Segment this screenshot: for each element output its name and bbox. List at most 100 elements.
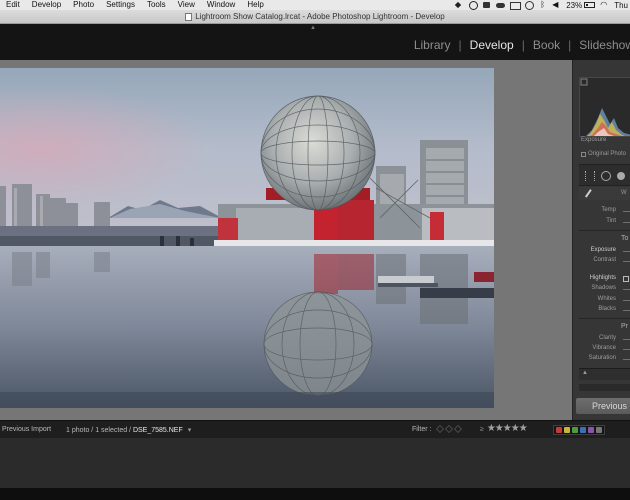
scroll-up-icon[interactable]: ▲ bbox=[582, 370, 588, 376]
vibrance-slider[interactable] bbox=[623, 349, 630, 350]
menu-bar: Edit Develop Photo Settings Tools View W… bbox=[0, 0, 630, 10]
flag-rejected-icon[interactable] bbox=[454, 425, 462, 433]
module-library[interactable]: Library bbox=[414, 38, 451, 52]
whites-slider[interactable] bbox=[623, 300, 630, 301]
color-gray-swatch[interactable] bbox=[596, 427, 602, 433]
module-header: ▲ Library | Develop | Book | Slideshow bbox=[0, 24, 630, 60]
status-icons: ᛒ ◀ 23% ◠ Thu bbox=[454, 0, 630, 10]
white-balance-label: W bbox=[621, 190, 627, 196]
original-photo-toggle[interactable]: Original Photo bbox=[581, 151, 626, 157]
histogram-info: Exposure bbox=[581, 137, 607, 143]
filmstrip-source[interactable]: Previous Import bbox=[2, 426, 51, 433]
crop-tool-icon[interactable] bbox=[585, 171, 595, 181]
menu-tools[interactable]: Tools bbox=[147, 0, 166, 10]
flag-unflagged-icon[interactable] bbox=[445, 425, 453, 433]
menu-develop[interactable]: Develop bbox=[32, 0, 61, 10]
battery-icon bbox=[584, 2, 596, 8]
original-photo-label: Original Photo bbox=[588, 151, 627, 157]
dropbox-icon[interactable] bbox=[454, 1, 463, 9]
module-develop[interactable]: Develop bbox=[470, 38, 514, 52]
panel-scroll-area[interactable]: ▲ bbox=[579, 368, 630, 380]
menu-help[interactable]: Help bbox=[247, 0, 263, 10]
photo-preview[interactable] bbox=[0, 68, 494, 408]
filmstrip[interactable] bbox=[0, 438, 630, 488]
clarity-label: Clarity bbox=[598, 335, 616, 341]
star-rating-filter[interactable]: ≥ ★★★★★ bbox=[480, 423, 528, 434]
saturation-slider[interactable] bbox=[623, 359, 630, 360]
flag-picked-icon[interactable] bbox=[436, 425, 444, 433]
menu-edit[interactable]: Edit bbox=[6, 0, 20, 10]
red-eye-icon[interactable] bbox=[617, 172, 625, 180]
chevron-down-icon[interactable]: ▾ bbox=[188, 427, 192, 434]
spot-removal-icon[interactable] bbox=[601, 171, 611, 181]
time-machine-icon[interactable] bbox=[524, 1, 535, 10]
window-title: Lightroom Show Catalog.lrcat - Adobe Pho… bbox=[195, 12, 445, 21]
document-icon bbox=[185, 12, 193, 21]
module-slideshow[interactable]: Slideshow bbox=[579, 38, 630, 52]
develop-canvas[interactable] bbox=[0, 60, 572, 420]
flag-filters bbox=[436, 425, 462, 433]
clarity-slider[interactable] bbox=[623, 339, 630, 340]
blacks-slider[interactable] bbox=[623, 310, 630, 311]
filter-label: Filter : bbox=[412, 426, 432, 433]
window-title-bar: Lightroom Show Catalog.lrcat - Adobe Pho… bbox=[0, 10, 630, 24]
previous-button[interactable]: Previous bbox=[576, 398, 630, 414]
battery-status[interactable]: 23% bbox=[566, 0, 596, 10]
menu-photo[interactable]: Photo bbox=[73, 0, 94, 10]
filmstrip-toolbar: Previous Import 1 photo / 1 selected / D… bbox=[0, 420, 630, 438]
color-blue-swatch[interactable] bbox=[580, 427, 586, 433]
shadows-slider[interactable] bbox=[623, 289, 630, 290]
module-separator: | bbox=[568, 38, 572, 52]
wifi-icon[interactable]: ◠ bbox=[600, 1, 609, 9]
cloud-icon[interactable] bbox=[496, 1, 506, 9]
temp-slider[interactable] bbox=[623, 211, 630, 212]
color-red-swatch[interactable] bbox=[556, 427, 562, 433]
photo-image bbox=[0, 68, 494, 408]
blacks-label: Blacks bbox=[598, 306, 616, 312]
tint-label: Tint bbox=[606, 218, 616, 224]
contrast-slider[interactable] bbox=[623, 261, 630, 262]
bluetooth-icon[interactable]: ᛒ bbox=[538, 1, 547, 9]
tool-strip bbox=[579, 164, 630, 186]
vibrance-label: Vibrance bbox=[592, 345, 616, 351]
highlights-slider-thumb[interactable] bbox=[623, 276, 629, 282]
develop-right-panel: Exposure Original Photo W Temp Tint To E… bbox=[572, 60, 630, 420]
clock[interactable]: Thu bbox=[614, 1, 628, 10]
lightroom-window: Edit Develop Photo Settings Tools View W… bbox=[0, 0, 630, 500]
menu-view[interactable]: View bbox=[178, 0, 195, 10]
color-purple-swatch[interactable] bbox=[588, 427, 594, 433]
saturation-label: Saturation bbox=[588, 355, 616, 361]
color-green-swatch[interactable] bbox=[572, 427, 578, 433]
tint-slider[interactable] bbox=[623, 222, 630, 223]
rating-stars[interactable]: ★★★★★ bbox=[487, 423, 528, 434]
airplay-icon[interactable] bbox=[510, 1, 522, 10]
app-status-icon[interactable] bbox=[482, 1, 491, 9]
module-picker: Library | Develop | Book | Slideshow bbox=[414, 38, 630, 52]
panel-scrollbar[interactable] bbox=[579, 384, 630, 391]
module-separator: | bbox=[521, 38, 525, 52]
color-yellow-swatch[interactable] bbox=[564, 427, 570, 433]
exposure-slider[interactable] bbox=[623, 251, 630, 252]
contrast-label: Contrast bbox=[593, 257, 616, 263]
battery-percent: 23% bbox=[566, 0, 583, 10]
temp-label: Temp bbox=[601, 207, 616, 213]
tone-section-title[interactable]: To bbox=[621, 235, 628, 242]
bottom-bar bbox=[0, 488, 630, 500]
presence-section-title[interactable]: Pr bbox=[621, 323, 628, 330]
volume-icon[interactable]: ◀ bbox=[552, 1, 561, 9]
section-divider bbox=[579, 318, 630, 319]
original-photo-checkbox[interactable] bbox=[581, 151, 586, 157]
rating-operator[interactable]: ≥ bbox=[480, 426, 484, 433]
menu-settings[interactable]: Settings bbox=[106, 0, 135, 10]
filename: DSE_7585.NEF bbox=[132, 427, 183, 434]
whites-label: Whites bbox=[597, 296, 616, 302]
histogram[interactable] bbox=[579, 77, 630, 137]
sync-icon[interactable] bbox=[468, 1, 479, 10]
shadows-label: Shadows bbox=[591, 285, 616, 291]
section-divider bbox=[579, 230, 630, 231]
module-book[interactable]: Book bbox=[533, 38, 560, 52]
menu-window[interactable]: Window bbox=[207, 0, 235, 10]
selection-info[interactable]: 1 photo / 1 selected / DSE_7585.NEF ▾ bbox=[66, 426, 191, 434]
photo-count: 1 photo / 1 selected / bbox=[66, 427, 131, 434]
collapse-top-panel-icon[interactable]: ▲ bbox=[310, 25, 316, 31]
